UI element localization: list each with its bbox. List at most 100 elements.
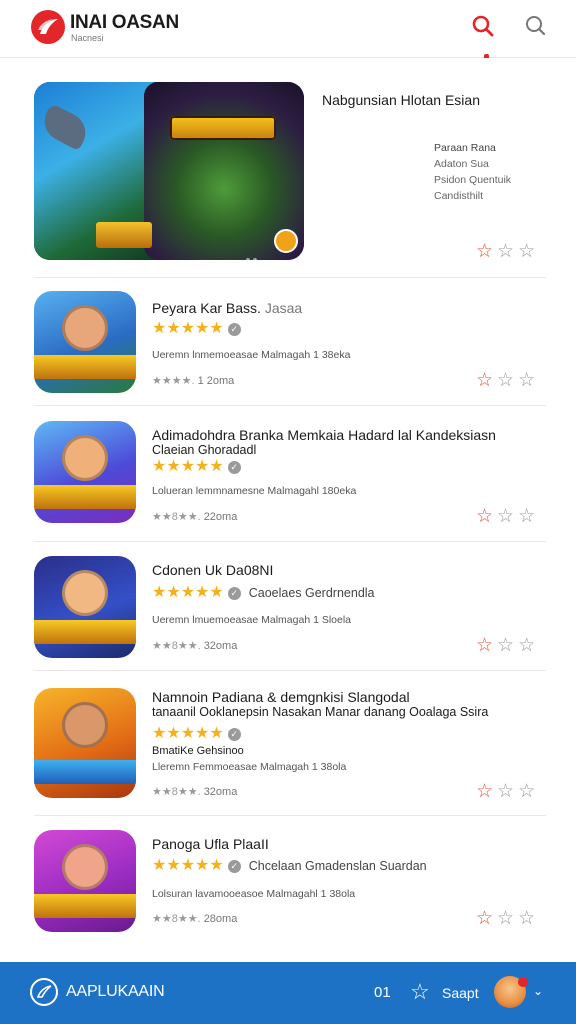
bottom-bar-search[interactable]: Saapt [442, 985, 479, 1001]
verified-check-icon: ✓ [227, 586, 241, 600]
apps-home-icon[interactable] [30, 978, 58, 1006]
list-item[interactable]: Cdonen Uk Da08NI ★★★★★ ✓ Caoelaes Gerdrn… [34, 556, 546, 662]
featured-meta: Paraan Rana Adaton Sua Psidon Quentuik C… [434, 140, 511, 204]
verified-check-icon: ✓ [227, 322, 241, 336]
app-icon[interactable] [34, 688, 136, 798]
notification-badge [518, 977, 528, 987]
rate-stars[interactable]: ☆ ☆ ☆ [476, 782, 535, 801]
app-size-value: 28oma [203, 913, 238, 925]
app-title-text: Namnoin Padiana & demgnkisi Slangodal [152, 689, 410, 705]
game-logo-graphic [96, 222, 152, 248]
app-icon[interactable] [34, 291, 136, 393]
rating-stars: ★★★★★ ✓ [152, 321, 241, 337]
gray-stars: ★★8★★. [152, 511, 201, 523]
divider [34, 277, 546, 278]
featured-banner-image[interactable] [34, 82, 304, 260]
verified-check-icon: ✓ [227, 859, 241, 873]
active-tab-indicator [484, 54, 489, 58]
star-outline-icon[interactable]: ☆ [476, 636, 493, 655]
star-outline-icon[interactable]: ☆ [476, 242, 493, 261]
star-filled-icon: ★★★★★ [152, 725, 224, 742]
featured-card[interactable]: Nabgunsian Hlotan Esian Paraan Rana Adat… [34, 80, 546, 270]
bottom-bar-label[interactable]: AAPLUKAAIN [66, 983, 165, 1001]
star-outline-icon[interactable]: ☆ [518, 507, 535, 526]
verified-check-icon: ✓ [227, 727, 241, 741]
star-outline-icon[interactable]: ☆ [518, 242, 535, 261]
search-icon-active[interactable] [471, 14, 495, 38]
app-title[interactable]: Cdonen Uk Da08NI [152, 563, 273, 578]
search-icon[interactable] [524, 14, 548, 38]
app-title-line2: tanaanil Ooklanepsin Nasakan Manar danan… [152, 705, 489, 719]
app-title[interactable]: Namnoin Padiana & demgnkisi Slangodal ta… [152, 690, 488, 720]
star-outline-icon[interactable]: ☆ [518, 371, 535, 390]
star-outline-icon[interactable]: ☆ [410, 981, 430, 1003]
app-title-text: Adimadohdra Branka Memkaia Hadard lal Ka… [152, 427, 496, 443]
star-outline-icon[interactable]: ☆ [476, 507, 493, 526]
star-outline-icon[interactable]: ☆ [497, 782, 514, 801]
star-outline-icon[interactable]: ☆ [497, 909, 514, 928]
gray-stars: ★★8★★. [152, 913, 201, 925]
carousel-dots[interactable] [246, 249, 266, 260]
star-filled-icon: ★★★★★ [152, 857, 224, 874]
gray-stars: ★★8★★. [152, 640, 201, 652]
divider [34, 405, 546, 406]
featured-meta-line: Candisthilt [434, 190, 484, 202]
brand-subtitle: Nacnesi [71, 33, 104, 43]
developer-name: Chcelaan Gmadenslan Suardan [248, 859, 427, 873]
featured-rating-stars[interactable]: ☆ ☆ ☆ [476, 242, 535, 261]
app-icon[interactable] [34, 830, 136, 932]
app-size: ★★★★. 1 2oma [152, 374, 234, 387]
rate-stars[interactable]: ☆ ☆ ☆ [476, 636, 535, 655]
app-header: INAI OASAN Nacnesi [0, 0, 576, 58]
app-icon[interactable] [34, 556, 136, 658]
featured-meta-line: Psidon Quentuik [434, 174, 512, 186]
app-size-value: 32oma [203, 786, 238, 798]
app-title-text: Peyara Kar Bass. [152, 300, 261, 316]
star-outline-icon[interactable]: ☆ [497, 371, 514, 390]
star-filled-icon: ★★★★★ [152, 458, 224, 475]
verified-check-icon: ✓ [227, 460, 241, 474]
star-filled-icon: ★★★★★ [152, 320, 224, 337]
app-subtitle: BmatiKe Gehsinoo [152, 745, 244, 757]
star-outline-icon[interactable]: ☆ [476, 371, 493, 390]
app-size-value: 22oma [203, 511, 238, 523]
app-size: ★★8★★. 32oma [152, 785, 237, 798]
star-outline-icon[interactable]: ☆ [518, 636, 535, 655]
app-title-muted: Jasaa [264, 300, 303, 316]
star-outline-icon[interactable]: ☆ [518, 909, 535, 928]
app-title[interactable]: Adimadohdra Branka Memkaia Hadard lal Ka… [152, 428, 496, 458]
list-item[interactable]: Adimadohdra Branka Memkaia Hadard lal Ka… [34, 421, 546, 531]
star-outline-icon[interactable]: ☆ [497, 242, 514, 261]
game-logo-graphic [170, 116, 276, 140]
star-outline-icon[interactable]: ☆ [476, 909, 493, 928]
list-item[interactable]: Namnoin Padiana & demgnkisi Slangodal ta… [34, 688, 546, 801]
app-size-value: 32oma [203, 640, 238, 652]
star-outline-icon[interactable]: ☆ [497, 507, 514, 526]
rate-stars[interactable]: ☆ ☆ ☆ [476, 507, 535, 526]
rate-stars[interactable]: ☆ ☆ ☆ [476, 909, 535, 928]
featured-meta-line: Adaton Sua [434, 158, 489, 170]
app-description: Ueremn lmuemoeasae Malmagah 1 Sloela [152, 614, 352, 626]
featured-title[interactable]: Nabgunsian Hlotan Esian [322, 92, 480, 108]
app-title-line2: Claeian Ghoradadl [152, 443, 257, 457]
app-size-value: 1 2oma [197, 375, 235, 387]
star-outline-icon[interactable]: ☆ [518, 782, 535, 801]
star-outline-icon[interactable]: ☆ [476, 782, 493, 801]
rating-stars: ★★★★★ ✓ [152, 459, 241, 475]
star-filled-icon: ★★★★★ [152, 584, 224, 601]
featured-meta-line: Paraan Rana [434, 142, 496, 154]
divider [34, 541, 546, 542]
list-item[interactable]: Peyara Kar Bass. Jasaa ★★★★★ ✓ Ueremn ln… [34, 291, 546, 397]
star-outline-icon[interactable]: ☆ [497, 636, 514, 655]
rate-stars[interactable]: ☆ ☆ ☆ [476, 371, 535, 390]
divider [34, 670, 546, 671]
list-item[interactable]: Panoga Ufla PlaaII ★★★★★ ✓ Chcelaan Gmad… [34, 830, 546, 936]
brand-logo-icon[interactable] [31, 10, 65, 44]
developer-name: Caoelaes Gerdrnendla [248, 586, 375, 600]
chevron-down-icon[interactable]: ⌄ [533, 984, 543, 998]
app-title[interactable]: Panoga Ufla PlaaII [152, 837, 269, 852]
app-icon[interactable] [34, 421, 136, 523]
play-badge-icon[interactable] [274, 229, 298, 253]
divider [34, 815, 546, 816]
app-title[interactable]: Peyara Kar Bass. Jasaa [152, 301, 302, 316]
